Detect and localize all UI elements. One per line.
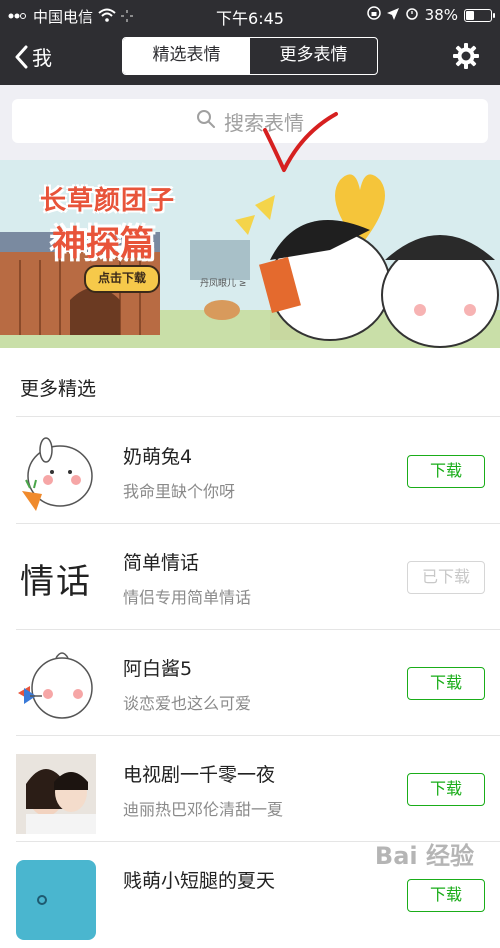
sticker-thumbnail [16, 648, 96, 728]
status-right: 38% [366, 6, 495, 24]
nav-bar: 我 精选表情 更多表情 [0, 30, 500, 85]
list-item[interactable]: 电视剧一千零一夜 迪丽热巴邓伦清甜一夏 下载 [0, 736, 500, 842]
banner-subtitle: 神探篇 [52, 224, 154, 264]
back-label: 我 [32, 46, 52, 70]
section-title: 更多精选 [20, 378, 97, 400]
segmented-control: 精选表情 更多表情 [122, 37, 378, 75]
search-icon [196, 109, 216, 134]
sticker-thumbnail [16, 436, 96, 516]
list-item[interactable]: 阿白酱5 谈恋爱也这么可爱 下载 [0, 630, 500, 736]
search-placeholder: 搜索表情 [224, 110, 304, 135]
location-icon [386, 6, 399, 24]
sticker-description: 谈恋爱也这么可爱 [123, 694, 252, 713]
download-button[interactable]: 下载 [407, 667, 485, 700]
banner-download-button[interactable]: 点击下载 [84, 265, 160, 293]
sticker-thumbnail [16, 754, 96, 834]
battery-icon [464, 8, 495, 22]
sticker-thumbnail: 情话 [16, 542, 96, 622]
settings-button[interactable] [452, 42, 480, 74]
sticker-name: 简单情话 [123, 552, 200, 574]
chevron-left-icon [14, 45, 28, 69]
sticker-description: 我命里缺个你呀 [123, 482, 236, 501]
tab-featured-stickers[interactable]: 精选表情 [123, 38, 250, 74]
sticker-name: 阿白酱5 [123, 658, 193, 680]
thumb-text: 情话 [20, 562, 92, 602]
download-button[interactable]: 下载 [407, 879, 485, 912]
list-item[interactable]: 奶萌兔4 我命里缺个你呀 下载 [0, 418, 500, 524]
divider [16, 416, 500, 417]
battery-percent: 38% [424, 6, 458, 24]
sticker-thumbnail [16, 860, 96, 940]
sticker-name: 奶萌兔4 [123, 446, 193, 468]
tab-more-stickers[interactable]: 更多表情 [250, 38, 377, 74]
watermark: Bai 经验 [374, 842, 474, 870]
back-button[interactable]: 我 [10, 42, 52, 71]
promo-banner[interactable]: 长草颜团子 神探篇 点击下载 丹凤眼儿 ≥ [0, 160, 500, 348]
list-item[interactable]: 情话 简单情话 情侣专用简单情话 已下载 [0, 524, 500, 630]
banner-title: 长草颜团子 [40, 186, 176, 216]
alarm-icon [405, 6, 419, 24]
search-area: 搜索表情 [0, 85, 500, 160]
banner-caption: 丹凤眼儿 ≥ [200, 279, 247, 289]
sticker-name: 电视剧一千零一夜 [123, 764, 276, 786]
sticker-description: 迪丽热巴邓伦清甜一夏 [123, 800, 284, 819]
status-bar: 中国电信 下午6:45 38% [0, 0, 500, 30]
download-button[interactable]: 下载 [407, 455, 485, 488]
sticker-description: 情侣专用简单情话 [123, 588, 252, 607]
downloaded-button: 已下载 [407, 561, 485, 594]
download-button[interactable]: 下载 [407, 773, 485, 806]
orientation-lock-icon [366, 6, 381, 24]
search-input[interactable]: 搜索表情 [12, 99, 488, 143]
gear-icon [452, 43, 480, 74]
